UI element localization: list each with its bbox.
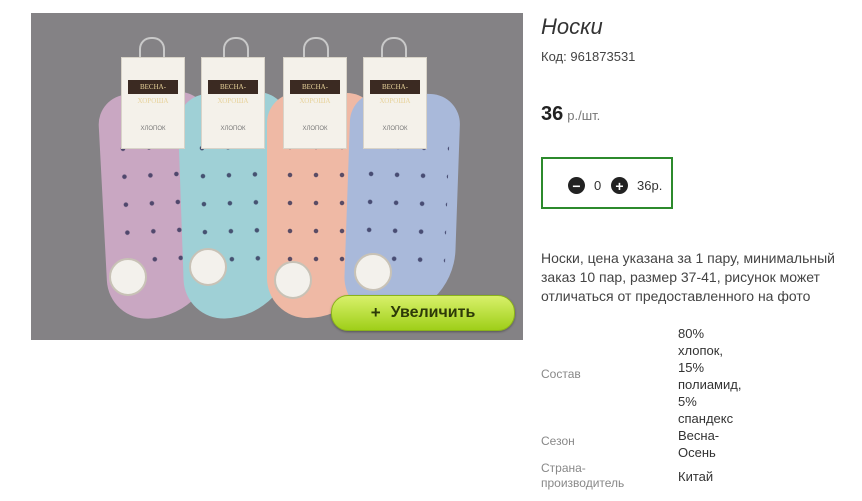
minus-icon[interactable]: − [568, 177, 585, 194]
spec-value-composition: 80% хлопок, 15% полиамид, 5% спандекс [678, 325, 768, 427]
card-material: ХЛОПОК [302, 126, 328, 132]
product-title: Носки [541, 14, 603, 39]
spec-value-line: 5% [678, 394, 697, 409]
spec-label-country: Страна- производитель [541, 461, 624, 491]
spec-label-line: Страна- [541, 461, 586, 475]
card-brand: ВЕСНА-ХОРОША [370, 80, 420, 105]
product-photo[interactable]: ВЕСНА-ХОРОША ХЛОПОК ВЕСНА-ХОРОША ХЛОПОК … [31, 13, 523, 340]
spec-value-country: Китай [678, 468, 768, 485]
card-brand: ВЕСНА-ХОРОША [208, 80, 258, 105]
spec-value-season: Весна- Осень [678, 427, 768, 461]
code-label: Код: [541, 49, 567, 64]
price-value: 36 [541, 103, 564, 125]
spec-value-line: спандекс [678, 411, 734, 426]
spec-value-line: Осень [678, 445, 716, 460]
plus-icon[interactable]: + [611, 177, 628, 194]
product-price: 36 р./шт. [541, 103, 600, 126]
package-card: ВЕСНА-ХОРОША ХЛОПОК [201, 57, 265, 149]
quantity-value: 0 [594, 178, 602, 193]
code-value: 961873531 [570, 49, 636, 64]
spec-value-line: 15% [678, 360, 705, 375]
spec-value-line: Китай [678, 469, 714, 484]
package-card: ВЕСНА-ХОРОША ХЛОПОК [363, 57, 427, 149]
spec-value-line: 80% [678, 326, 705, 341]
zoom-button-label: Увеличить [390, 304, 476, 321]
spec-value-line: полиамид, [678, 377, 742, 392]
spec-value-line: хлопок, [678, 343, 724, 358]
cotton-seal [189, 248, 227, 286]
cotton-seal [354, 253, 392, 291]
card-brand: ВЕСНА-ХОРОША [290, 80, 340, 105]
package-card: ВЕСНА-ХОРОША ХЛОПОК [121, 57, 185, 149]
cotton-seal [109, 258, 147, 296]
spec-label-season: Сезон [541, 434, 575, 448]
product-description: Носки, цена указана за 1 пару, минимальн… [541, 250, 835, 304]
spec-label-line: производитель [541, 476, 625, 490]
zoom-button[interactable]: + Увеличить [331, 295, 515, 331]
plus-icon: + [370, 303, 381, 322]
card-material: ХЛОПОК [140, 126, 166, 132]
price-unit: р./шт. [567, 108, 601, 123]
product-code: Код: 961873531 [541, 49, 635, 64]
card-material: ХЛОПОК [382, 126, 408, 132]
cotton-seal [274, 261, 312, 299]
spec-value-line: Весна- [678, 428, 720, 443]
spec-label-composition: Состав [541, 367, 581, 381]
card-brand: ВЕСНА-ХОРОША [128, 80, 178, 105]
quantity-stepper: − 0 + 36р. [541, 157, 673, 209]
quantity-sum: 36р. [637, 178, 663, 193]
card-material: ХЛОПОК [220, 126, 246, 132]
package-card: ВЕСНА-ХОРОША ХЛОПОК [283, 57, 347, 149]
